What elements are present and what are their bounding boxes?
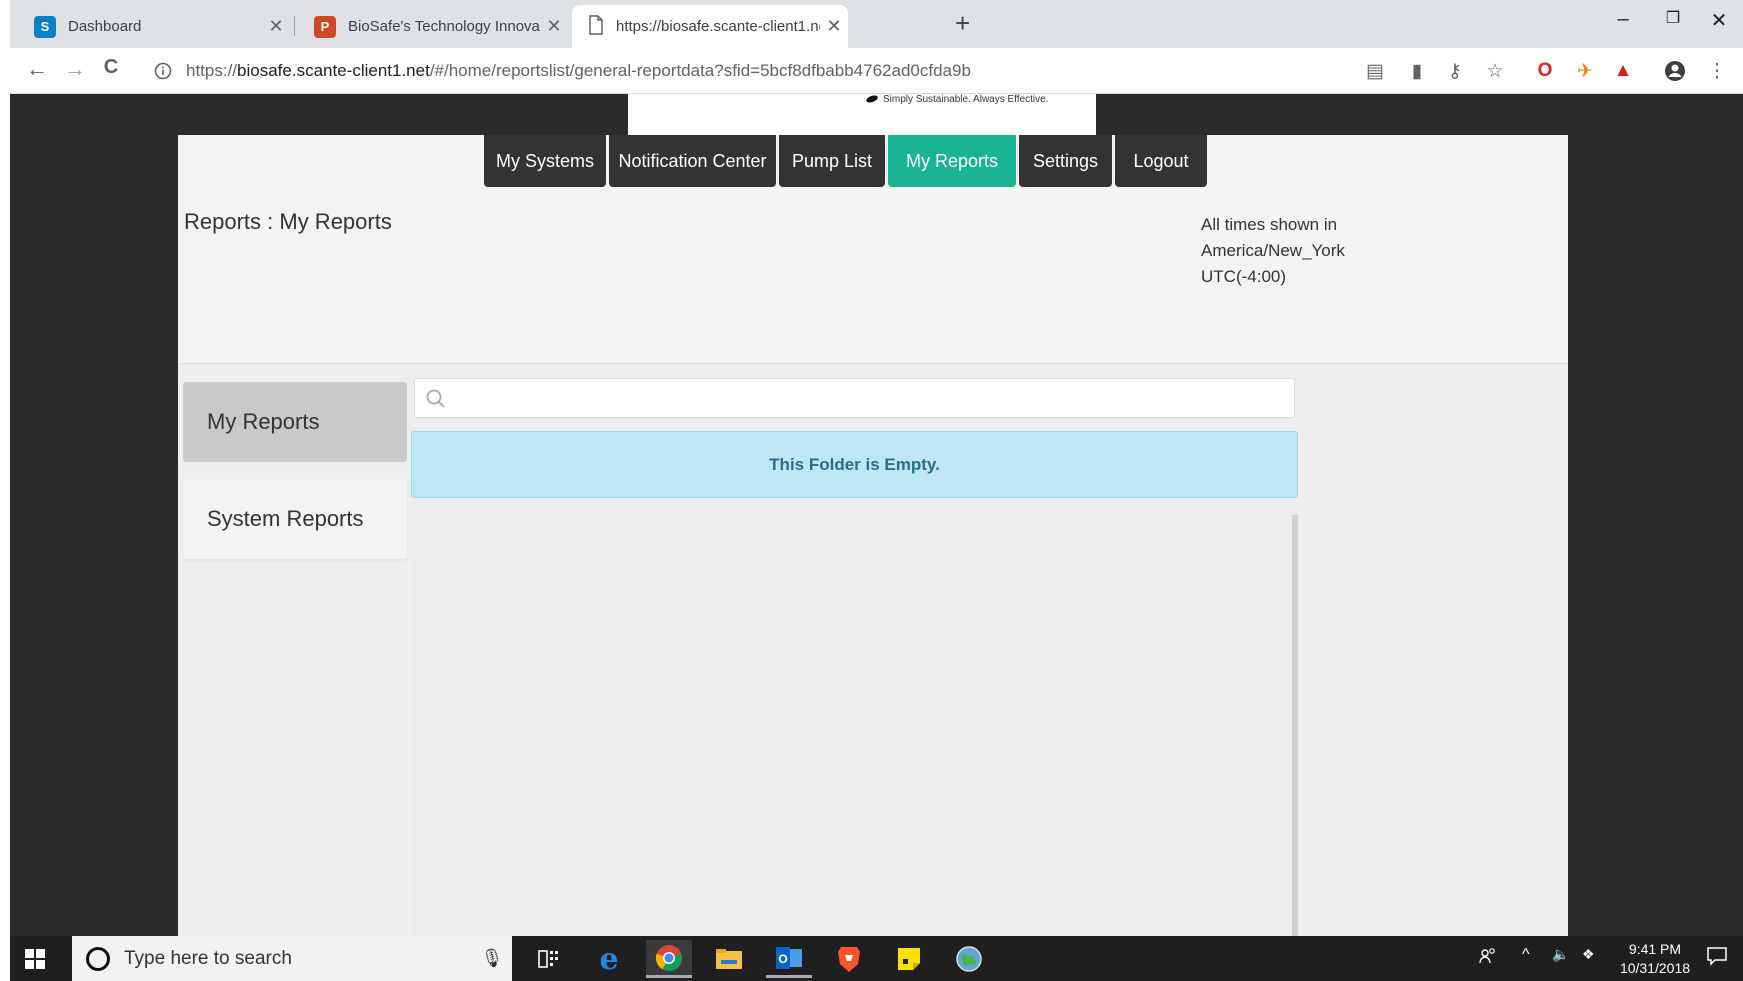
close-icon[interactable]: ✕ (820, 16, 848, 37)
profile-icon[interactable] (1662, 58, 1688, 84)
taskbar-search-placeholder: Type here to search (124, 947, 292, 969)
tab-biosafe-site[interactable]: https://biosafe.scante-client1.net ✕ (572, 5, 848, 48)
network-globe-icon[interactable] (946, 940, 992, 978)
close-icon[interactable]: ✕ (540, 16, 568, 37)
clock-time: 9:41 PM (1628, 941, 1682, 957)
timezone-note: All times shown in America/New_York UTC(… (1201, 212, 1345, 290)
edge-icon[interactable]: e (586, 940, 632, 978)
menu-icon[interactable]: ⋮ (1704, 58, 1730, 84)
windows-logo-icon (25, 948, 45, 969)
timezone-line: America/New_York (1201, 241, 1345, 260)
forward-button[interactable]: → (60, 56, 90, 82)
action-center-icon[interactable] (1706, 946, 1728, 971)
nav-logout[interactable]: Logout (1115, 135, 1207, 187)
clock-date: 10/31/2018 (1619, 960, 1691, 976)
reload-button[interactable]: C (96, 56, 126, 79)
key-icon[interactable]: ⚷ (1442, 58, 1468, 84)
search-input[interactable] (459, 385, 1279, 411)
page-viewport: Simply Sustainable. Always Effective. My… (10, 94, 1743, 936)
sidebar-item-system-reports[interactable]: System Reports (183, 479, 407, 559)
timezone-line: All times shown in (1201, 215, 1338, 234)
blocked-popup-icon[interactable]: ▮ (1404, 58, 1430, 84)
system-clock[interactable]: 9:41 PM 10/31/2018 (1610, 940, 1700, 978)
tab-dashboard[interactable]: S Dashboard ✕ (18, 5, 290, 48)
opera-extension-icon[interactable]: O (1532, 58, 1558, 84)
timezone-line: UTC(-4:00) (1201, 267, 1287, 286)
nav-notification-center[interactable]: Notification Center (609, 135, 776, 187)
dropbox-icon[interactable]: ❖ (1582, 946, 1595, 963)
url-host: biosafe.scante-client1.net (237, 61, 430, 80)
sticky-notes-icon[interactable] (886, 940, 932, 978)
extension-badge-icon[interactable]: ✈ (1572, 58, 1598, 84)
start-button[interactable] (10, 936, 60, 981)
report-search[interactable] (414, 378, 1295, 418)
new-tab-button[interactable]: + (955, 8, 970, 39)
tab-title: https://biosafe.scante-client1.net (616, 18, 820, 35)
sharepoint-icon: S (34, 15, 56, 38)
cortana-icon (86, 946, 110, 971)
bookmark-star-icon[interactable]: ☆ (1482, 58, 1508, 84)
url-path: /#/home/reportslist/general-reportdata?s… (429, 61, 971, 80)
reports-list-area (411, 511, 1297, 936)
nav-pump-list[interactable]: Pump List (779, 135, 885, 187)
tab-title: Dashboard (68, 18, 142, 35)
outlook-icon[interactable]: O (766, 940, 812, 978)
cast-icon[interactable]: ▤ (1362, 58, 1388, 84)
logo-banner: Simply Sustainable. Always Effective. (628, 94, 1096, 135)
logo-tagline: Simply Sustainable. Always Effective. (883, 94, 1049, 105)
microphone-icon[interactable]: 🎙 (472, 948, 512, 969)
taskbar-search[interactable]: Type here to search 🎙 (72, 936, 512, 981)
search-icon (426, 389, 445, 408)
main-navigation: My Systems Notification Center Pump List… (178, 135, 1568, 187)
task-view-icon[interactable] (526, 940, 572, 978)
tab-separator (294, 16, 295, 36)
brave-icon[interactable] (826, 940, 872, 978)
nav-my-reports[interactable]: My Reports (888, 135, 1016, 187)
page-header: Reports : My Reports All times shown in … (178, 187, 1568, 364)
file-explorer-icon[interactable] (706, 940, 752, 978)
chevron-up-icon[interactable]: ^ (1522, 946, 1530, 964)
powerpoint-icon: P (314, 15, 336, 38)
info-icon[interactable] (150, 58, 176, 84)
back-button[interactable]: ← (22, 56, 52, 82)
scrollbar[interactable] (1292, 515, 1298, 936)
restore-button[interactable]: ❐ (1650, 8, 1696, 28)
people-icon[interactable] (1478, 946, 1498, 971)
svg-text:O: O (778, 952, 787, 966)
url-scheme: https:// (186, 61, 238, 80)
browser-toolbar: ← → C https://biosafe.scante-client1.net… (10, 48, 1743, 94)
app-container: My Systems Notification Center Pump List… (178, 135, 1568, 936)
minimize-button[interactable]: – (1600, 8, 1646, 31)
address-bar[interactable]: https://biosafe.scante-client1.net/#/hom… (150, 54, 1510, 88)
close-window-button[interactable]: ✕ (1696, 8, 1742, 33)
browser-tab-bar: S Dashboard ✕ P BioSafe's Technology Inn… (10, 0, 1743, 48)
lock-extension-icon[interactable]: ▲ (1610, 58, 1636, 84)
nav-my-systems[interactable]: My Systems (484, 135, 606, 187)
nav-settings[interactable]: Settings (1019, 135, 1112, 187)
logo-swoosh-icon (865, 94, 879, 104)
page-title: Reports : My Reports (184, 209, 392, 234)
tab-title: BioSafe's Technology Innovation (348, 18, 540, 35)
windows-taskbar: Type here to search 🎙 e O ^ 🔈 ❖ 9:41 PM … (10, 936, 1743, 981)
volume-icon[interactable]: 🔈 (1552, 946, 1569, 963)
close-icon[interactable]: ✕ (262, 16, 290, 37)
empty-folder-message: This Folder is Empty. (411, 431, 1298, 498)
chrome-icon[interactable] (646, 940, 692, 978)
sidebar-item-my-reports[interactable]: My Reports (183, 382, 407, 462)
page-icon (588, 14, 604, 39)
tab-biosafe-presentation[interactable]: P BioSafe's Technology Innovation ✕ (298, 5, 568, 48)
